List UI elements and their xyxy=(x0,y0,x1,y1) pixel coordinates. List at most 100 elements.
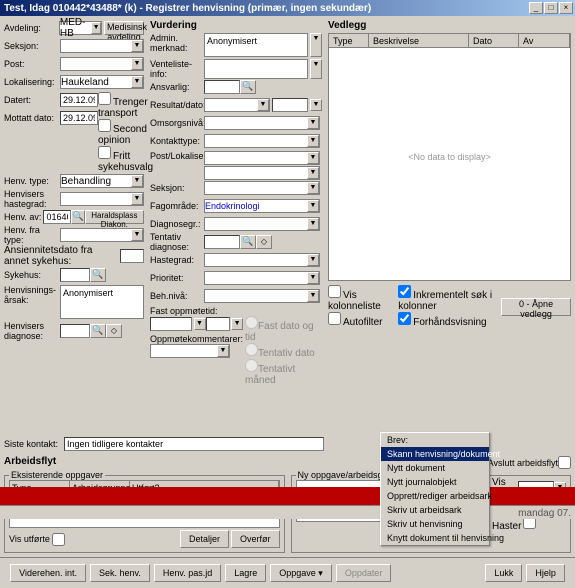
hastegrad-combo[interactable]: ▼ xyxy=(60,192,144,206)
sykehus-input[interactable] xyxy=(60,268,90,282)
diag-input[interactable] xyxy=(60,324,90,338)
vedlegg-list[interactable]: Type Beskrivelse Dato Av <No data to dis… xyxy=(328,33,571,281)
siste-input[interactable] xyxy=(64,437,324,451)
minimize-button[interactable]: _ xyxy=(529,2,543,14)
cb-inkr[interactable]: Inkrementelt søk i kolonner xyxy=(398,285,501,312)
fastopp-time[interactable] xyxy=(206,317,230,331)
menu-skann[interactable]: Skann henvisning/dokument xyxy=(381,447,489,461)
chevron-down-icon[interactable]: ▼ xyxy=(257,99,269,111)
detaljer-button[interactable]: Detaljer xyxy=(180,530,229,548)
search-icon[interactable] xyxy=(240,235,256,249)
menu-knytt[interactable]: Knytt dokument til henvisning xyxy=(381,531,489,545)
clear-icon[interactable]: ◇ xyxy=(256,235,272,249)
search-icon[interactable] xyxy=(90,324,106,338)
chevron-down-icon[interactable]: ▼ xyxy=(310,59,322,79)
admin-textarea[interactable]: Anonymisert xyxy=(204,33,308,57)
viderehen-button[interactable]: Viderehen. int. xyxy=(10,564,86,582)
cb-autof[interactable]: Autofilter xyxy=(328,312,392,328)
behniva-combo[interactable]: ▼ xyxy=(204,289,320,303)
chevron-down-icon[interactable]: ▼ xyxy=(307,152,319,164)
avslutt-checkbox[interactable] xyxy=(558,456,571,469)
search-icon[interactable] xyxy=(90,268,106,282)
col-type[interactable]: Type xyxy=(329,34,369,47)
chevron-down-icon[interactable]: ▼ xyxy=(194,318,206,330)
oppkomm-combo[interactable]: ▼ xyxy=(150,344,230,358)
arsak-textarea[interactable]: Anonymisert xyxy=(60,285,144,319)
vente-textarea[interactable] xyxy=(204,59,308,79)
chevron-down-icon[interactable]: ▼ xyxy=(131,229,143,241)
lagre-button[interactable]: Lagre xyxy=(225,564,266,582)
chevron-down-icon[interactable]: ▼ xyxy=(217,345,229,357)
seksjon-mid-combo[interactable]: ▼ xyxy=(204,181,320,195)
lokalisering-combo[interactable]: Haukeland▼ xyxy=(60,75,144,89)
tentativ-input[interactable] xyxy=(204,235,240,249)
overfor-button[interactable]: Overfør xyxy=(231,530,280,548)
kontakt-combo[interactable]: ▼ xyxy=(204,134,320,148)
hastegrad-mid-combo[interactable]: ▼ xyxy=(204,253,320,267)
chevron-down-icon[interactable]: ▼ xyxy=(307,117,319,129)
haraldsplass-button[interactable]: Haraldsplass Diakon. xyxy=(85,210,144,224)
chevron-down-icon[interactable]: ▼ xyxy=(231,318,243,330)
hjelp-button[interactable]: Hjelp xyxy=(526,564,565,582)
mottatt-input[interactable] xyxy=(60,111,98,125)
menu-opprett[interactable]: Opprett/rediger arbeidsark xyxy=(381,489,489,503)
resultat-date-input[interactable] xyxy=(272,98,308,112)
radio-maned[interactable]: Tentativt måned xyxy=(245,359,322,386)
avdeling-combo[interactable]: MED-HB▼ xyxy=(59,21,102,35)
chevron-down-icon[interactable]: ▼ xyxy=(131,58,143,70)
chevron-down-icon[interactable]: ▼ xyxy=(307,167,319,179)
chevron-down-icon[interactable]: ▼ xyxy=(307,290,319,302)
chevron-down-icon[interactable]: ▼ xyxy=(310,33,322,57)
prioritet-combo[interactable]: ▼ xyxy=(204,271,320,285)
cb-viskol[interactable]: Vis kolonneliste xyxy=(328,285,392,312)
menu-nyttdok[interactable]: Nytt dokument xyxy=(381,461,489,475)
chevron-down-icon[interactable]: ▼ xyxy=(307,272,319,284)
clear-icon[interactable]: ◇ xyxy=(106,324,122,338)
col-av[interactable]: Av xyxy=(519,34,570,47)
henvav-input[interactable] xyxy=(43,210,71,224)
pasjd-button[interactable]: Henv. pas.jd xyxy=(154,564,221,582)
postlok-combo2[interactable]: ▼ xyxy=(204,166,320,180)
oppgave-button[interactable]: Oppgave ▾ xyxy=(270,564,332,582)
menu-skrivark[interactable]: Skriv ut arbeidsark xyxy=(381,503,489,517)
search-icon[interactable] xyxy=(71,210,84,224)
postlok-combo1[interactable]: ▼ xyxy=(204,151,320,165)
diaggr-combo[interactable]: ▼ xyxy=(204,217,320,231)
menu-skrivhenv[interactable]: Skriv ut henvisning xyxy=(381,517,489,531)
chevron-down-icon[interactable]: ▼ xyxy=(131,175,143,187)
ansvarlig-input[interactable] xyxy=(204,80,240,94)
col-dato[interactable]: Dato xyxy=(469,34,519,47)
search-icon[interactable] xyxy=(240,80,256,94)
omsorg-combo[interactable]: ▼ xyxy=(204,116,320,130)
menu-brev[interactable]: Brev: xyxy=(381,433,489,447)
chevron-down-icon[interactable]: ▼ xyxy=(131,40,143,52)
cb-fritt[interactable]: Fritt sykehusvalg xyxy=(98,146,153,173)
chevron-down-icon[interactable]: ▼ xyxy=(310,99,322,111)
radio-fast[interactable]: Fast dato og tid xyxy=(245,316,322,343)
visutf-checkbox[interactable] xyxy=(52,533,65,546)
close-button[interactable]: × xyxy=(559,2,573,14)
lukk-button[interactable]: Lukk xyxy=(485,564,522,582)
apne-vedlegg-button[interactable]: 0 - Åpne vedlegg xyxy=(501,298,571,316)
chevron-down-icon[interactable]: ▼ xyxy=(307,182,319,194)
cb-second[interactable]: Second opinion xyxy=(98,119,153,146)
fag-combo[interactable]: Endokrinologi▼ xyxy=(204,199,320,213)
chevron-down-icon[interactable]: ▼ xyxy=(307,218,319,230)
maximize-button[interactable]: □ xyxy=(544,2,558,14)
henvtype-combo[interactable]: Behandling▼ xyxy=(60,174,144,188)
fastopp-date[interactable] xyxy=(150,317,192,331)
chevron-down-icon[interactable]: ▼ xyxy=(131,193,143,205)
seksjon-combo[interactable]: ▼ xyxy=(60,39,144,53)
chevron-down-icon[interactable]: ▼ xyxy=(131,76,143,88)
radio-tentativ[interactable]: Tentativ dato xyxy=(245,343,322,359)
fratype-combo[interactable]: ▼ xyxy=(60,228,144,242)
menu-nyttjour[interactable]: Nytt journalobjekt xyxy=(381,475,489,489)
resultat-combo[interactable]: ▼ xyxy=(204,98,270,112)
chevron-down-icon[interactable]: ▼ xyxy=(91,22,101,34)
chevron-down-icon[interactable]: ▼ xyxy=(307,200,319,212)
post-combo[interactable]: ▼ xyxy=(60,57,144,71)
ansiennitet-input[interactable] xyxy=(120,249,144,263)
datert-input[interactable] xyxy=(60,93,98,107)
medisinsk-button[interactable]: Medisinsk avdeling xyxy=(104,21,144,35)
sekhenv-button[interactable]: Sek. henv. xyxy=(90,564,150,582)
